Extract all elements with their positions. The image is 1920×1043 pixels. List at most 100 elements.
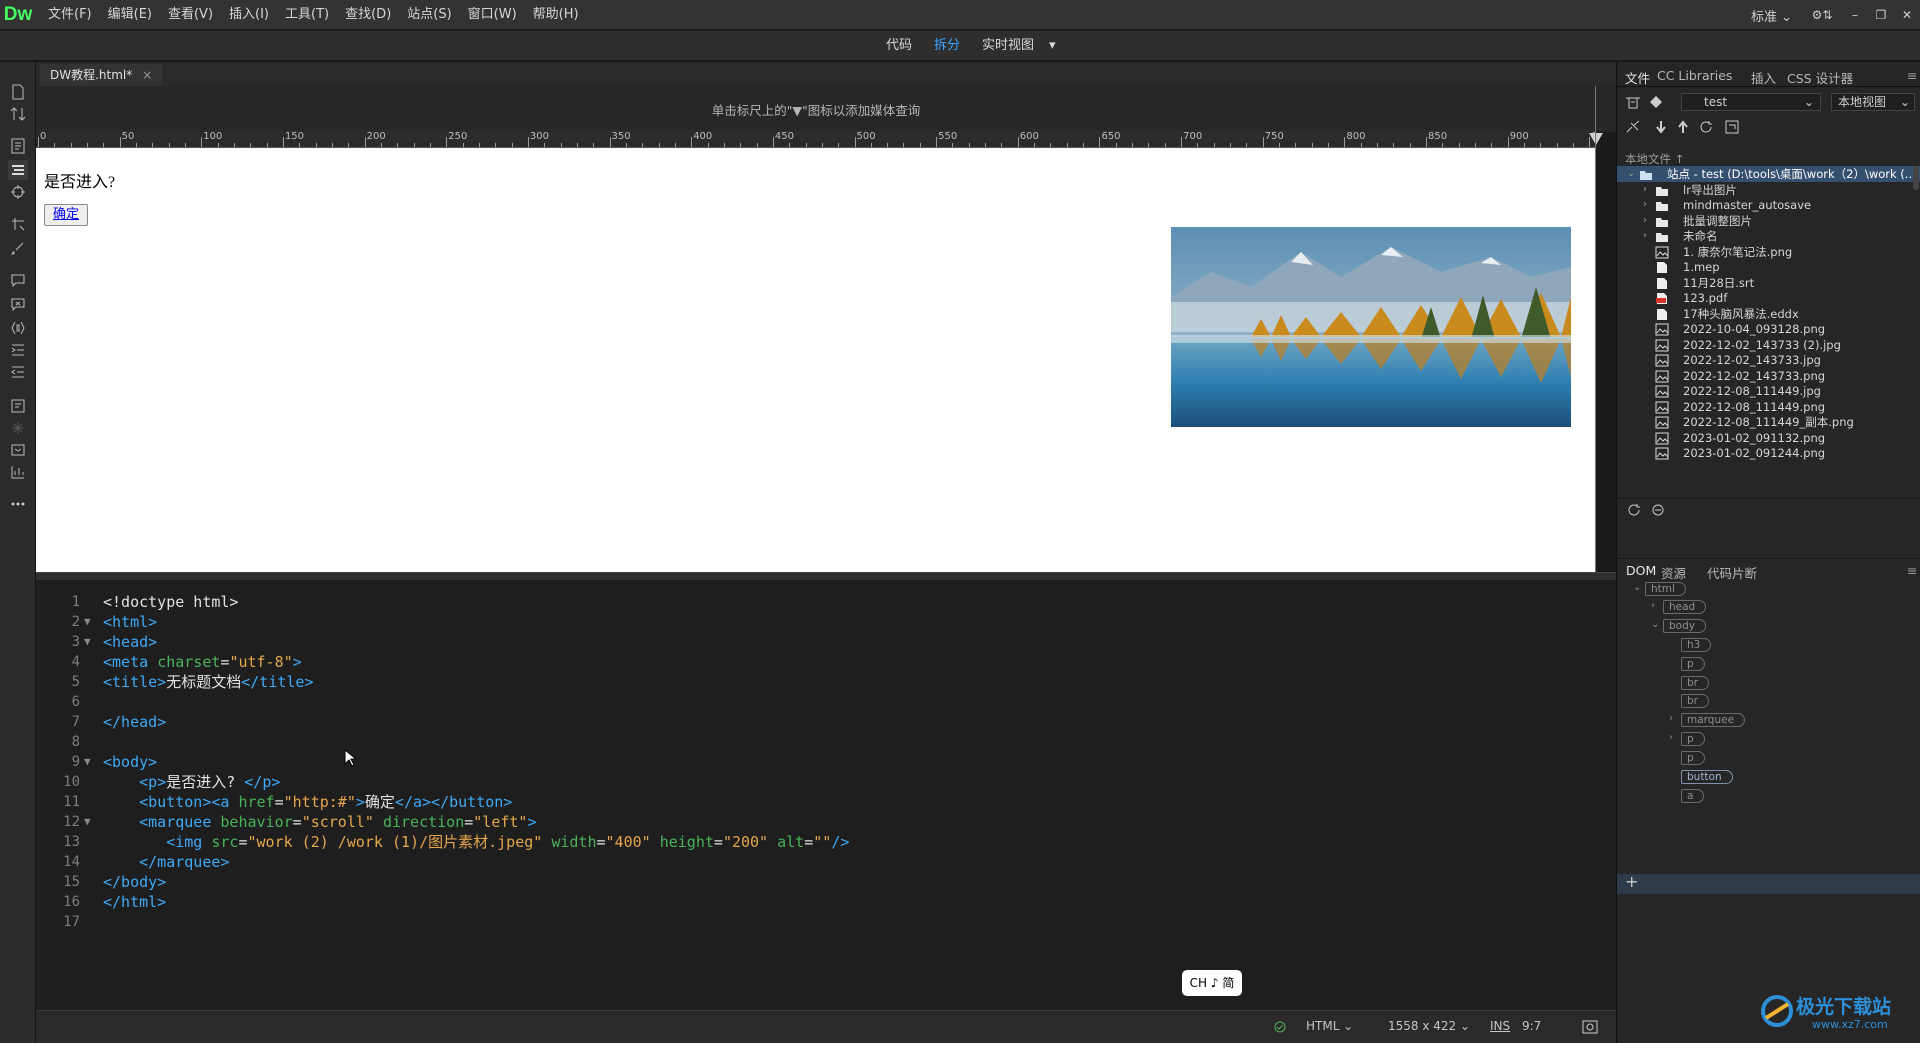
viewport-resize-handle[interactable] [1595,86,1596,572]
chevron-right-icon[interactable]: › [1651,600,1655,611]
code-line[interactable]: 12 ▼ <marquee behavior="scroll" direction… [36,812,1596,832]
fold-toggle-icon[interactable]: ▼ [84,812,91,832]
chevron-right-icon[interactable]: › [1669,713,1673,724]
chevron-down-icon[interactable]: ⌄ [1627,166,1635,182]
media-query-hint[interactable]: 单击标尺上的"▼"图标以添加媒体查询 [36,100,1596,119]
target-icon[interactable] [8,182,28,202]
fold-toggle-icon[interactable]: ▼ [84,752,91,772]
git-icon[interactable] [1649,95,1663,109]
chevron-down-icon[interactable]: ⌄ [1651,619,1659,630]
code-hint-icon[interactable] [8,396,28,416]
file-tree-item[interactable]: 2022-12-02_143733.png [1617,368,1920,384]
file-tree-root[interactable]: ⌄ 站点 - test (D:\tools\桌面\work（2）\work (..… [1617,166,1920,182]
code-line[interactable]: 1 <!doctype html> [36,592,1596,612]
file-tree-item[interactable]: 2022-12-08_111449.png [1617,399,1920,415]
document-tab[interactable]: DW教程.html* × [40,64,163,86]
file-tree-item[interactable]: › lr导出图片 [1617,182,1920,198]
chevron-right-icon[interactable]: › [1669,732,1673,743]
file-tree-item[interactable]: 2022-12-08_111449_副本.png [1617,414,1920,430]
file-tree-item[interactable]: 1. 康奈尔笔记法.png [1617,244,1920,260]
chevron-down-icon[interactable]: ⌄ [1633,582,1641,593]
fold-toggle-icon[interactable]: ▼ [84,632,91,652]
code-line[interactable]: 17 [36,912,1596,932]
code-line[interactable]: 9 ▼ <body> [36,752,1596,772]
dom-node-html[interactable]: html [1645,582,1686,596]
live-view[interactable]: 是否进入? 确定 [36,148,1595,572]
dom-node-br[interactable]: br [1681,676,1709,690]
more-tools-icon[interactable] [8,494,28,514]
menu-item[interactable]: 查看(V) [160,0,221,30]
code-line[interactable]: 13 <img src="work (2) /work (1)/图片素材.jpe… [36,832,1596,852]
file-tree-item[interactable]: 11月28日.srt [1617,275,1920,291]
code-line[interactable]: 3 ▼ <head> [36,632,1596,652]
sync-settings-icon[interactable]: ⚙⇅ [1802,0,1842,30]
menu-item[interactable]: 插入(I) [221,0,277,30]
workspace-select[interactable]: 标准 ⌄ [1741,6,1802,25]
local-files-label[interactable]: 本地文件 ↑ [1625,151,1684,167]
code-line[interactable]: 2 ▼ <html> [36,612,1596,632]
window-size-select[interactable]: 1558 x 422 ⌄ [1388,1019,1470,1033]
file-tree-item[interactable]: › mindmaster_autosave [1617,197,1920,213]
file-tree-item[interactable]: 2023-01-02_091132.png [1617,430,1920,446]
ruler[interactable]: 0 50 100 150 200 250 300 350 400 450 500 550 600 650 7… [36,130,1595,148]
tab-dom[interactable]: DOM [1626,563,1656,578]
dom-node-p[interactable]: p [1681,732,1705,746]
expand-panel-icon[interactable] [1725,120,1739,134]
close-tab-icon[interactable]: × [142,64,152,86]
menu-item[interactable]: 查找(D) [337,0,399,30]
validation-ok-icon[interactable] [1274,1021,1286,1033]
fold-toggle-icon[interactable]: ▼ [84,612,91,632]
dom-node-head[interactable]: head [1663,600,1707,614]
code-line[interactable]: 6 [36,692,1596,712]
panel-menu-icon[interactable]: ≡ [1907,563,1917,578]
file-tree-item[interactable]: 2023-01-02_091244.png [1617,445,1920,461]
format-source-icon[interactable] [8,160,28,180]
split-view-button[interactable]: 拆分 [925,31,969,61]
ruler-end-marker-icon[interactable] [1589,133,1603,145]
menu-item[interactable]: 编辑(E) [100,0,160,30]
comment-icon[interactable] [8,270,28,290]
file-tree-item[interactable]: 2022-12-08_111449.jpg [1617,383,1920,399]
restore-icon[interactable]: ❐ [1868,0,1894,30]
dom-node-button[interactable]: button [1681,770,1733,784]
menu-item[interactable]: 窗口(W) [460,0,525,30]
document-type-select[interactable]: HTML ⌄ [1306,1019,1353,1033]
site-select[interactable]: test ⌄ [1681,93,1821,111]
live-preview-icon[interactable] [1582,1020,1598,1034]
file-tree-item[interactable]: 1.mep [1617,259,1920,275]
dom-node-body[interactable]: body [1663,619,1706,633]
open-document-icon[interactable] [8,82,28,102]
file-tree[interactable]: ⌄ 站点 - test (D:\tools\桌面\work（2）\work (..… [1617,166,1920,496]
minimize-icon[interactable]: – [1842,0,1868,30]
ime-indicator-badge[interactable]: CH ♪ 简 [1182,970,1242,996]
tab-cc-libraries[interactable]: CC Libraries [1657,68,1732,83]
disconnect-icon[interactable] [1625,120,1641,134]
dom-node-h3[interactable]: h3 [1681,638,1712,652]
code-editor[interactable]: 1 <!doctype html> 2 ▼ <html> 3 ▼ <head> 4 <meta c… [36,580,1616,1010]
get-files-icon[interactable] [1655,120,1667,134]
tab-files[interactable]: 文件 [1625,68,1650,87]
chevron-right-icon[interactable]: › [1643,197,1647,213]
tab-css-designer[interactable]: CSS 设计器 [1787,68,1853,87]
file-tree-item[interactable]: 2022-12-02_143733.jpg [1617,352,1920,368]
dom-node-a[interactable]: a [1681,789,1705,803]
refresh-icon[interactable] [1699,120,1713,134]
menu-item[interactable]: 工具(T) [277,0,337,30]
dom-node-br[interactable]: br [1681,694,1709,708]
code-line[interactable]: 5 <title>无标题文档</title> [36,672,1596,692]
preview-icon[interactable] [8,440,28,460]
code-line[interactable]: 16 </html> [36,892,1596,912]
wrap-tag-icon[interactable] [8,318,28,338]
close-icon[interactable]: ✕ [1894,0,1920,30]
file-tree-scrollbar[interactable] [1913,166,1919,190]
dom-tree[interactable]: ⌄ html › head ⌄ body h3 p br br › marquee › p p button a [1617,580,1920,1040]
code-line[interactable]: 10 <p>是否进入? </p> [36,772,1596,792]
code-line[interactable]: 8 [36,732,1596,752]
live-view-button[interactable]: 实时视图 [973,31,1043,61]
code-line[interactable]: 7 </head> [36,712,1596,732]
file-tree-item[interactable]: 123.pdf [1617,290,1920,306]
code-line[interactable]: 4 <meta charset="utf-8"> [36,652,1596,672]
file-tree-item[interactable]: 2022-12-02_143733 (2).jpg [1617,337,1920,353]
file-tree-item[interactable]: › 未命名 [1617,228,1920,244]
dom-node-p[interactable]: p [1681,657,1705,671]
